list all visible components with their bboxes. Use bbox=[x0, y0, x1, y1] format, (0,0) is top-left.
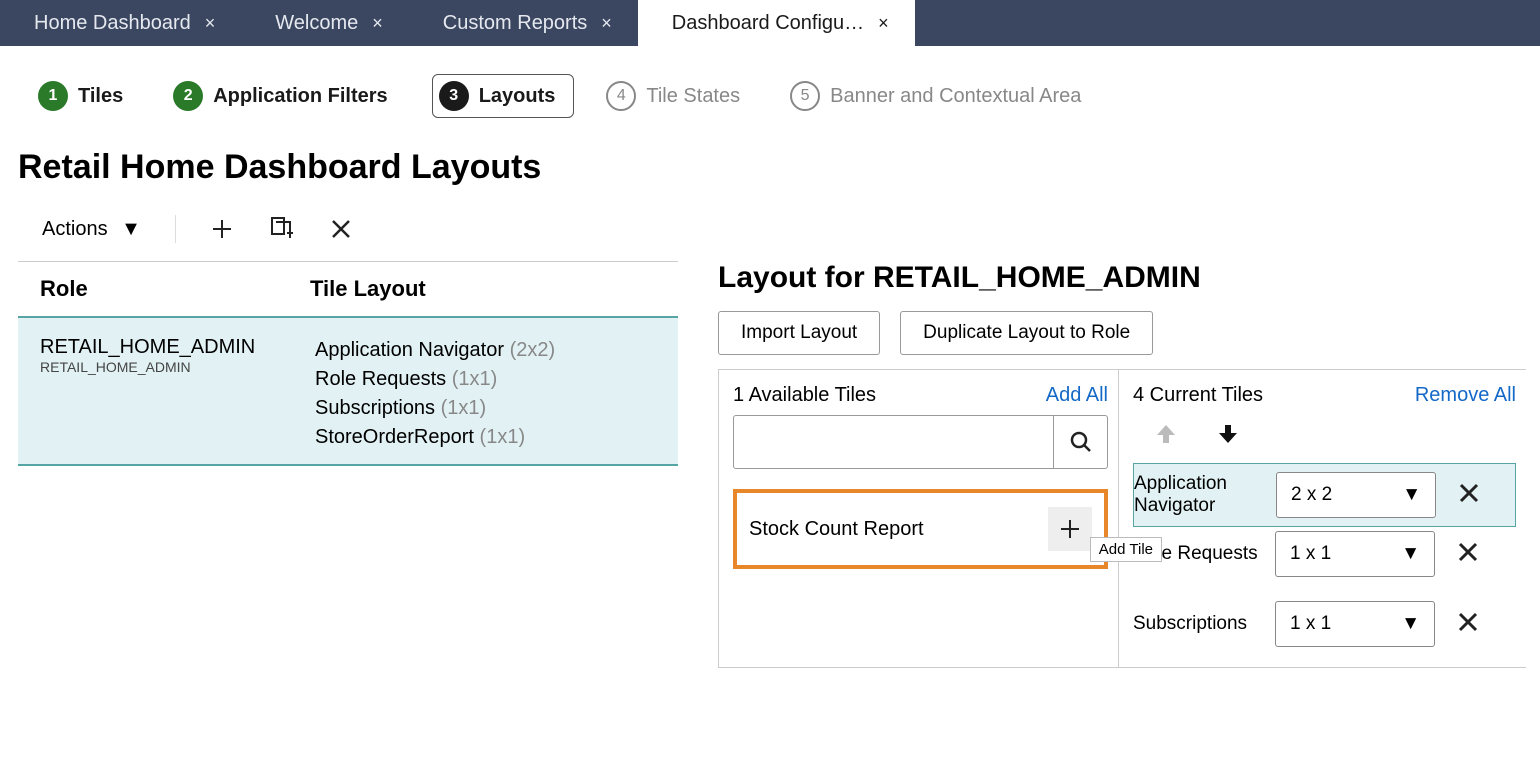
step-number: 5 bbox=[790, 81, 820, 111]
available-tiles-header: 1 Available Tiles bbox=[733, 384, 876, 407]
step-number: 4 bbox=[606, 81, 636, 111]
search-input[interactable] bbox=[733, 415, 1054, 469]
duplicate-layout-button[interactable]: Duplicate Layout to Role bbox=[900, 311, 1153, 355]
top-tab-bar: Home Dashboard × Welcome × Custom Report… bbox=[0, 0, 1540, 46]
tab-label: Custom Reports bbox=[443, 12, 588, 35]
size-value: 1 x 1 bbox=[1290, 613, 1331, 635]
add-tile-button[interactable] bbox=[1048, 507, 1092, 551]
tile-size: (2x2) bbox=[510, 339, 556, 361]
step-label: Tiles bbox=[78, 85, 123, 108]
toolbar: Actions ▼ bbox=[0, 205, 1540, 261]
tile-name: Application Navigator bbox=[315, 339, 504, 361]
tab-label: Home Dashboard bbox=[34, 12, 191, 35]
current-tiles-header: 4 Current Tiles bbox=[1133, 384, 1263, 407]
step-tiles[interactable]: 1 Tiles bbox=[32, 75, 141, 117]
remove-icon[interactable] bbox=[1458, 612, 1478, 632]
tooltip: Add Tile bbox=[1090, 537, 1162, 562]
actions-label: Actions bbox=[42, 218, 108, 240]
search-button[interactable] bbox=[1054, 415, 1108, 469]
available-tiles-panel: 1 Available Tiles Add All Stock Count Re… bbox=[719, 370, 1119, 667]
tab-dashboard-config[interactable]: Dashboard Configu… × bbox=[638, 0, 915, 46]
role-subtitle: RETAIL_HOME_ADMIN bbox=[40, 359, 315, 375]
tile-name: StoreOrderReport bbox=[315, 426, 474, 448]
step-application-filters[interactable]: 2 Application Filters bbox=[167, 75, 405, 117]
tab-label: Dashboard Configu… bbox=[672, 12, 864, 35]
tile-size: (1x1) bbox=[452, 368, 498, 390]
close-icon[interactable]: × bbox=[205, 13, 216, 34]
step-label: Tile States bbox=[646, 85, 740, 108]
step-label: Layouts bbox=[479, 85, 556, 108]
chevron-down-icon: ▼ bbox=[1401, 543, 1420, 565]
col-role: Role bbox=[40, 276, 310, 302]
size-select[interactable]: 1 x 1 ▼ bbox=[1275, 601, 1435, 647]
chevron-down-icon: ▼ bbox=[1402, 484, 1421, 506]
step-label: Application Filters bbox=[213, 85, 387, 108]
current-tile-row[interactable]: Application Navigator 2 x 2 ▼ bbox=[1133, 463, 1516, 527]
tile-size: (1x1) bbox=[480, 426, 526, 448]
remove-all-link[interactable]: Remove All bbox=[1415, 384, 1516, 407]
tile-size: (1x1) bbox=[441, 397, 487, 419]
tile-layout-cell: Application Navigator (2x2) Role Request… bbox=[315, 336, 555, 452]
close-icon[interactable]: × bbox=[372, 13, 383, 34]
step-number: 3 bbox=[439, 81, 469, 111]
chevron-down-icon: ▼ bbox=[121, 218, 141, 240]
step-number: 1 bbox=[38, 81, 68, 111]
page-title: Retail Home Dashboard Layouts bbox=[0, 148, 1540, 205]
divider bbox=[175, 215, 176, 243]
add-all-link[interactable]: Add All bbox=[1046, 384, 1108, 407]
stepper: 1 Tiles 2 Application Filters 3 Layouts … bbox=[0, 46, 1540, 148]
tab-home-dashboard[interactable]: Home Dashboard × bbox=[0, 0, 241, 46]
move-up-icon[interactable] bbox=[1153, 421, 1179, 447]
plus-icon bbox=[1059, 518, 1081, 540]
step-tile-states[interactable]: 4 Tile States bbox=[600, 75, 758, 117]
step-banner-contextual[interactable]: 5 Banner and Contextual Area bbox=[784, 75, 1099, 117]
close-icon[interactable]: × bbox=[878, 13, 889, 34]
role-name: RETAIL_HOME_ADMIN bbox=[40, 336, 315, 359]
size-value: 1 x 1 bbox=[1290, 543, 1331, 565]
step-layouts[interactable]: 3 Layouts bbox=[432, 74, 575, 118]
tab-label: Welcome bbox=[275, 12, 358, 35]
current-tile-row[interactable]: Subscriptions 1 x 1 ▼ bbox=[1133, 597, 1516, 667]
col-tile-layout: Tile Layout bbox=[310, 276, 426, 302]
size-select[interactable]: 2 x 2 ▼ bbox=[1276, 472, 1436, 518]
size-value: 2 x 2 bbox=[1291, 484, 1332, 506]
current-tiles-panel: 4 Current Tiles Remove All Application N… bbox=[1119, 370, 1526, 667]
close-icon[interactable]: × bbox=[601, 13, 612, 34]
remove-icon[interactable] bbox=[1458, 542, 1478, 562]
chevron-down-icon: ▼ bbox=[1401, 613, 1420, 635]
import-layout-button[interactable]: Import Layout bbox=[718, 311, 880, 355]
table-row[interactable]: RETAIL_HOME_ADMIN RETAIL_HOME_ADMIN Appl… bbox=[18, 318, 678, 466]
step-label: Banner and Contextual Area bbox=[830, 85, 1081, 108]
actions-menu[interactable]: Actions ▼ bbox=[42, 218, 141, 241]
remove-icon[interactable] bbox=[1459, 483, 1479, 503]
current-tile-row[interactable]: Role Requests 1 x 1 ▼ bbox=[1133, 527, 1516, 597]
tile-name: Subscriptions bbox=[315, 397, 435, 419]
current-tile-name: Subscriptions bbox=[1133, 613, 1263, 635]
roles-table: Role Tile Layout RETAIL_HOME_ADMIN RETAI… bbox=[18, 261, 678, 668]
layout-editor: Layout for RETAIL_HOME_ADMIN Import Layo… bbox=[718, 261, 1526, 668]
current-tile-name: Application Navigator bbox=[1134, 473, 1264, 517]
layout-title: Layout for RETAIL_HOME_ADMIN bbox=[718, 261, 1526, 311]
plus-icon[interactable] bbox=[210, 217, 234, 241]
tile-name: Role Requests bbox=[315, 368, 446, 390]
move-down-icon[interactable] bbox=[1215, 421, 1241, 447]
tab-welcome[interactable]: Welcome × bbox=[241, 0, 409, 46]
available-tile: Stock Count Report Add Tile bbox=[733, 489, 1108, 569]
size-select[interactable]: 1 x 1 ▼ bbox=[1275, 531, 1435, 577]
available-tile-name: Stock Count Report bbox=[749, 518, 924, 541]
tab-custom-reports[interactable]: Custom Reports × bbox=[409, 0, 638, 46]
close-icon[interactable] bbox=[330, 218, 352, 240]
step-number: 2 bbox=[173, 81, 203, 111]
duplicate-icon[interactable] bbox=[268, 216, 296, 242]
search-icon bbox=[1069, 430, 1093, 454]
